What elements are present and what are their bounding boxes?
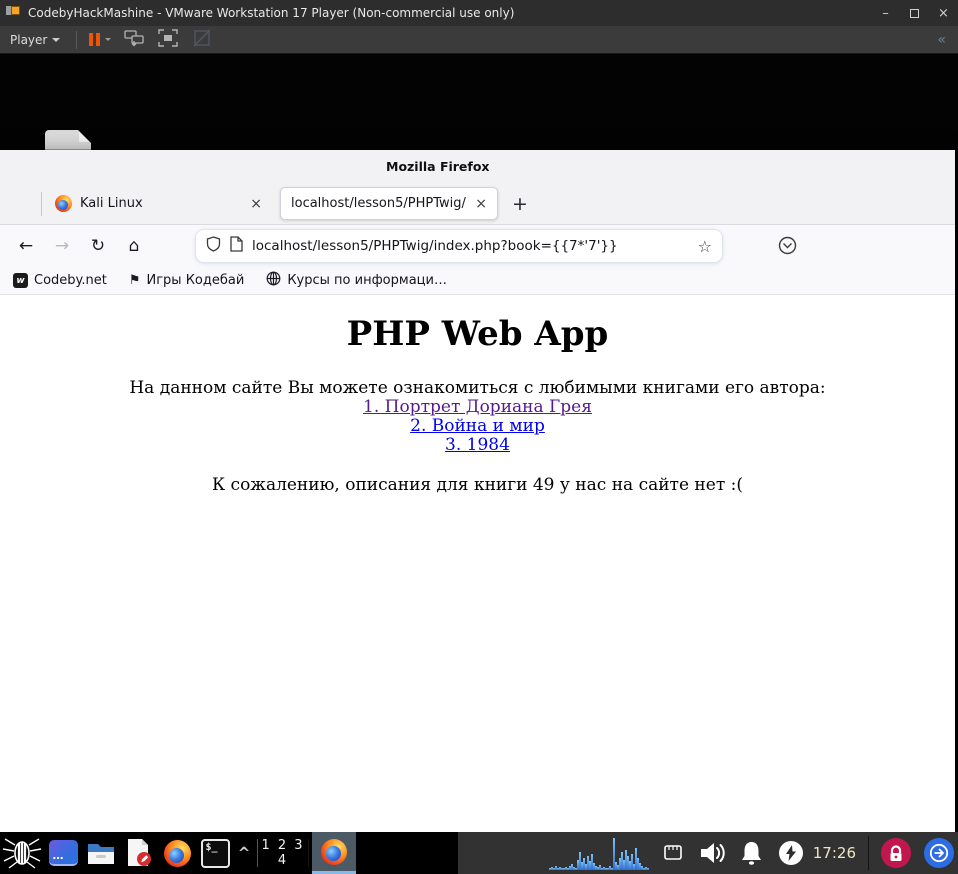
firefox-icon	[321, 838, 347, 865]
url-text[interactable]: localhost/lesson5/PHPTwig/index.php?book…	[252, 238, 689, 254]
vmware-window-controls: – ×	[871, 0, 958, 26]
send-ctrl-alt-del-button[interactable]	[124, 29, 144, 50]
globe-icon	[266, 271, 281, 290]
page-error-message: К сожалению, описания для книги 49 у нас…	[211, 475, 743, 495]
tab-localhost-active[interactable]: localhost/lesson5/PHPTwig/i ×	[280, 187, 498, 220]
vmware-toolbar: Player «	[0, 26, 958, 54]
pause-icon	[89, 33, 101, 46]
book-link-3[interactable]: 3. 1984	[0, 436, 955, 455]
unity-mode-button	[192, 29, 212, 50]
close-tab-icon[interactable]: ×	[250, 196, 262, 212]
network-icon	[663, 845, 682, 860]
bookmarks-toolbar: w Codeby.net ⚑ Игры Кодебай Курсы по инф…	[0, 267, 955, 295]
xfce-panel: … $_ ^ 1 2 3 4 17:26	[0, 832, 958, 874]
book-links: 1. Портрет Дориана Грея 2. Война и мир 3…	[0, 398, 955, 455]
panel-divider	[257, 839, 258, 867]
logout-arrow-icon	[929, 843, 949, 863]
pocket-icon[interactable]	[778, 236, 797, 259]
terminal-icon: $_	[200, 838, 230, 868]
shield-icon[interactable]	[206, 236, 221, 256]
vmware-window-title: CodebyHackMashine - VMware Workstation 1…	[28, 6, 515, 20]
firefox-window-title: Mozilla Firefox	[386, 159, 490, 174]
bookmark-label: Курсы по информаци…	[287, 273, 447, 288]
firefox-window: Mozilla Firefox Kali Linux × localhost/l…	[0, 150, 955, 832]
navigation-toolbar: ← → ↻ ⌂ localhost/lesson5/PHPTwig/index.…	[0, 225, 955, 267]
player-menu-button[interactable]: Player	[0, 26, 70, 53]
fullscreen-button[interactable]	[158, 29, 179, 50]
network-tray-button[interactable]	[663, 844, 683, 862]
logout-button[interactable]	[924, 838, 954, 868]
reload-button[interactable]: ↻	[80, 236, 116, 256]
notifications-bell-icon	[741, 842, 761, 865]
chevron-down-icon	[52, 37, 61, 42]
new-tab-button[interactable]: +	[512, 193, 528, 215]
page-info-icon[interactable]	[230, 236, 243, 256]
web-page-content: PHP Web App На данном сайте Вы можете оз…	[0, 296, 955, 832]
desktop-app-icon: …	[48, 840, 78, 866]
bookmark-star-icon[interactable]: ☆	[698, 237, 712, 256]
kali-desktop: </> test.xml Mozilla Firefox Kali Linux …	[0, 54, 958, 832]
chevron-down-icon	[105, 38, 112, 41]
home-button[interactable]: ⌂	[116, 236, 152, 256]
kali-menu-icon	[2, 838, 42, 869]
workspace-switcher[interactable]: 1 2 3 4	[261, 838, 305, 868]
collapse-toolbar-button[interactable]: «	[937, 32, 945, 48]
panel-divider	[868, 836, 869, 870]
vm-screen: CodebyHackMashine - VMware Workstation 1…	[0, 0, 958, 874]
tab-divider	[41, 192, 42, 216]
book-link-1[interactable]: 1. Портрет Дориана Грея	[0, 398, 955, 417]
maximize-icon	[910, 8, 919, 18]
clock[interactable]: 17:26	[813, 844, 856, 862]
bookmark-label: Codeby.net	[34, 273, 107, 288]
kali-menu-button[interactable]	[0, 832, 44, 874]
player-menu-label: Player	[10, 32, 48, 47]
bookmark-courses[interactable]: Курсы по информаци…	[266, 271, 447, 290]
lock-icon	[890, 844, 902, 861]
toolbar-divider	[76, 30, 78, 49]
terminal-launcher-button[interactable]: $_	[196, 832, 234, 874]
show-desktop-button[interactable]: …	[44, 832, 82, 874]
book-link-2[interactable]: 2. Война и мир	[0, 417, 955, 436]
panel-divider	[308, 839, 309, 867]
firefox-titlebar[interactable]: Mozilla Firefox	[0, 150, 955, 183]
firefox-favicon	[55, 195, 72, 212]
lock-screen-button[interactable]	[881, 838, 911, 868]
flag-icon: ⚑	[128, 273, 141, 288]
tab-kali-linux[interactable]: Kali Linux ×	[45, 183, 272, 225]
bookmark-games[interactable]: ⚑ Игры Кодебай	[129, 273, 244, 288]
forward-button: →	[54, 236, 70, 256]
notifications-tray-button[interactable]	[739, 840, 764, 866]
minimize-button[interactable]: –	[871, 0, 900, 26]
page-intro-text: На данном сайте Вы можете ознакомиться с…	[129, 378, 826, 398]
close-tab-icon[interactable]: ×	[475, 196, 487, 212]
maximize-button[interactable]	[900, 0, 929, 26]
file-manager-button[interactable]	[82, 832, 120, 874]
text-editor-icon	[128, 839, 151, 866]
bookmark-label: Игры Кодебай	[146, 273, 245, 288]
power-manager-button[interactable]	[778, 841, 803, 865]
vmware-titlebar: CodebyHackMashine - VMware Workstation 1…	[0, 0, 958, 26]
volume-tray-button[interactable]	[699, 840, 726, 866]
firefox-icon	[163, 839, 191, 867]
bookmark-codeby[interactable]: w Codeby.net	[13, 273, 107, 288]
taskbar-window-firefox[interactable]	[312, 832, 356, 874]
system-monitor-graph[interactable]	[548, 836, 653, 870]
close-button[interactable]: ×	[929, 0, 958, 26]
codeby-icon: w	[13, 273, 28, 288]
tab-bar: Kali Linux × localhost/lesson5/PHPTwig/i…	[0, 183, 955, 225]
chevron-up-icon[interactable]: ^	[234, 844, 254, 862]
firefox-launcher-button[interactable]	[158, 832, 196, 874]
file-manager-icon	[88, 844, 114, 864]
tab-label: localhost/lesson5/PHPTwig/i	[291, 196, 468, 211]
volume-icon	[700, 843, 725, 863]
page-title: PHP Web App	[346, 314, 609, 354]
text-editor-button[interactable]	[120, 832, 158, 874]
suspend-vm-button[interactable]	[83, 33, 117, 46]
power-bolt-icon	[785, 845, 796, 861]
vmware-logo-icon	[6, 5, 21, 21]
tab-label: Kali Linux	[80, 196, 143, 211]
dots-glyph: …	[52, 849, 64, 862]
back-button[interactable]: ←	[8, 236, 44, 256]
url-bar[interactable]: localhost/lesson5/PHPTwig/index.php?book…	[196, 230, 722, 262]
